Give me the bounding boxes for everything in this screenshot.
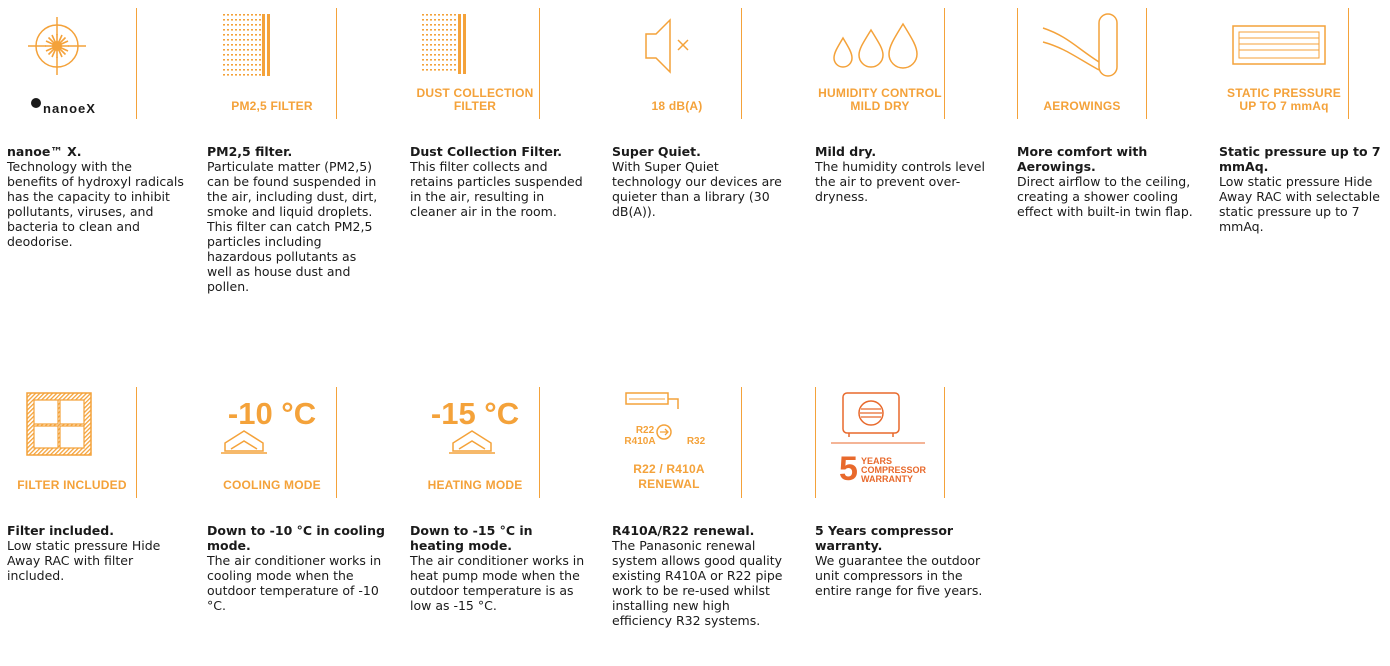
feature-icon-label: STATIC PRESSURE <box>1227 86 1341 100</box>
heating-mode-icon-box: -15 °C HEATING MODE <box>410 387 540 498</box>
feature-title: Filter included. <box>7 523 114 538</box>
feature-title: Down to -10 °C in cooling mode. <box>207 523 385 553</box>
feature-icon-label: COOLING MODE <box>223 478 321 492</box>
feature-text: R410A/R22 renewal. The Panasonic renewal… <box>612 523 790 628</box>
feature-title: Super Quiet. <box>612 144 701 159</box>
warranty-label: WARRANTY <box>861 474 913 484</box>
feature-icon-label: R22 / R410A <box>633 462 705 476</box>
feature-text: Filter included. Low static pressure Hid… <box>7 523 185 583</box>
feature-title: PM2,5 filter. <box>207 144 293 159</box>
feature-desc: The humidity controls level the air to p… <box>815 159 985 204</box>
feature-icon-label: AEROWINGS <box>1043 99 1121 113</box>
mild-dry-icon-box: HUMIDITY CONTROL MILD DRY <box>815 8 945 119</box>
feature-icon-label: MILD DRY <box>850 99 910 113</box>
nanoe-x-brand: nanoeX <box>43 101 96 116</box>
feature-text: Super Quiet. With Super Quiet technology… <box>612 144 790 219</box>
feature-text: More comfort with Aerowings. Direct airf… <box>1017 144 1195 219</box>
aerowings-icon-box: AEROWINGS <box>1017 8 1147 119</box>
feature-desc: We guarantee the outdoor unit compressor… <box>815 553 983 598</box>
feature-text: PM2,5 filter. Particulate matter (PM2,5)… <box>207 144 385 294</box>
feature-text: Static pressure up to 7 mmAq. Low static… <box>1219 144 1385 234</box>
feature-icon-label: 18 dB(A) <box>651 99 703 113</box>
feature-title: R410A/R22 renewal. <box>612 523 755 538</box>
feature-title: 5 Years compressor warranty. <box>815 523 954 553</box>
dust-filter-icon-box: DUST COLLECTION FILTER <box>410 8 540 119</box>
nanoe-x-icon-box: nanoeX <box>7 8 137 119</box>
feature-desc: This filter collects and retains particl… <box>410 159 583 219</box>
feature-title: Dust Collection Filter. <box>410 144 563 159</box>
feature-icon-label: RENEWAL <box>638 477 700 491</box>
feature-text: Dust Collection Filter. This filter coll… <box>410 144 588 219</box>
feature-text: nanoe™ X. Technology with the benefits o… <box>7 144 185 249</box>
static-pressure-icon-box: STATIC PRESSURE UP TO 7 mmAq <box>1219 8 1349 119</box>
feature-icon-label: UP TO 7 mmAq <box>1239 99 1329 113</box>
feature-text: 5 Years compressor warranty. We guarante… <box>815 523 993 598</box>
feature-icon-label: HUMIDITY CONTROL <box>818 86 942 100</box>
feature-icon-label: HEATING MODE <box>427 478 523 492</box>
feature-icon-label: FILTER <box>453 99 497 113</box>
filter-included-icon-box: FILTER INCLUDED <box>7 387 137 498</box>
warranty-icon-box: 5 YEARS COMPRESSOR WARRANTY <box>815 387 945 498</box>
feature-desc: Particulate matter (PM2,5) can be found … <box>207 159 378 294</box>
feature-text: Down to -15 °C in heating mode. The air … <box>410 523 588 613</box>
feature-desc: Low static pressure Hide Away RAC with s… <box>1219 174 1380 234</box>
feature-desc: Low static pressure Hide Away RAC with f… <box>7 538 161 583</box>
feature-title: Mild dry. <box>815 144 877 159</box>
r32-label: R32 <box>687 436 706 447</box>
feature-icon-label: DUST COLLECTION <box>416 86 534 100</box>
feature-desc: Direct airflow to the ceiling, creating … <box>1017 174 1193 219</box>
renewal-icon-box: R22 R410A R32 R22 / R410A RENEWAL <box>612 387 742 498</box>
super-quiet-icon-box: 18 dB(A) <box>612 8 742 119</box>
feature-desc: The Panasonic renewal system allows good… <box>612 538 783 628</box>
feature-title: nanoe™ X. <box>7 144 82 159</box>
feature-title: Static pressure up to 7 mmAq. <box>1219 144 1381 174</box>
feature-desc: Technology with the benefits of hydroxyl… <box>7 159 184 249</box>
r410a-label: R410A <box>624 436 655 447</box>
feature-icon-label: FILTER INCLUDED <box>17 478 127 492</box>
feature-text: Down to -10 °C in cooling mode. The air … <box>207 523 385 613</box>
feature-icon-label: PM2,5 FILTER <box>231 99 313 113</box>
feature-desc: The air conditioner works in heat pump m… <box>410 553 585 613</box>
feature-desc: The air conditioner works in cooling mod… <box>207 553 382 613</box>
feature-text: Mild dry. The humidity controls level th… <box>815 144 993 204</box>
r22-label: R22 <box>636 425 655 436</box>
feature-title: More comfort with Aerowings. <box>1017 144 1148 174</box>
cooling-mode-icon-box: -10 °C COOLING MODE <box>207 387 337 498</box>
pm25-filter-icon-box: PM2,5 FILTER <box>207 8 337 119</box>
feature-desc: With Super Quiet technology our devices … <box>612 159 782 219</box>
warranty-number: 5 <box>839 450 858 488</box>
feature-title: Down to -15 °C in heating mode. <box>410 523 533 553</box>
